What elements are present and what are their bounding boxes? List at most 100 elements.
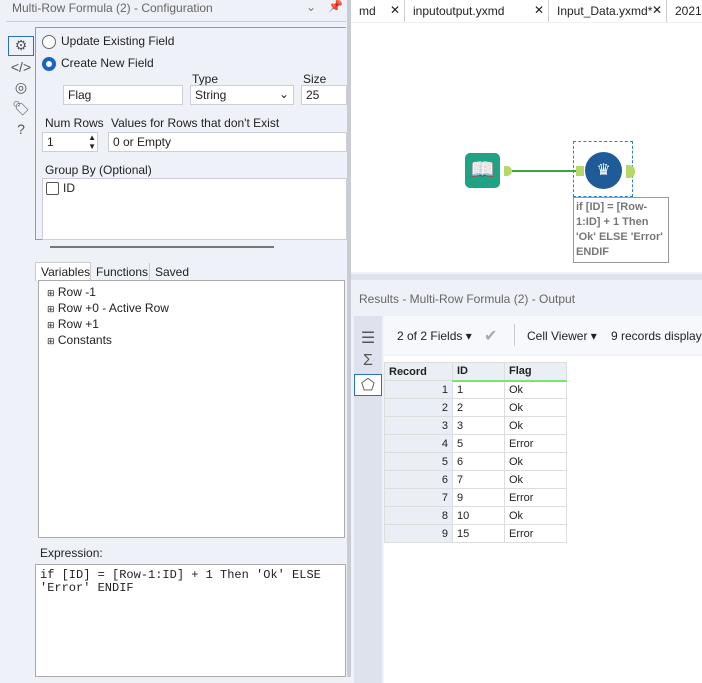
expression-editor[interactable]: if [ID] = [Row-1:ID] + 1 Then 'Ok' ELSE … [35,564,346,677]
id-cell[interactable]: 7 [452,470,505,489]
results-title: Results - Multi-Row Formula (2) - Output [359,292,576,306]
table-view-icon[interactable]: ☰ [354,328,382,348]
output-anchor[interactable] [626,165,635,178]
splitter[interactable] [50,246,274,248]
group-by-list: ID [42,178,347,240]
table-row[interactable]: 7 9 Error [384,488,567,507]
id-cell[interactable]: 6 [452,452,505,471]
tree-item-row-0[interactable]: ⊞ Row +0 - Active Row [47,301,169,315]
close-icon[interactable]: ✕ [390,3,400,17]
record-cell[interactable]: 3 [384,416,453,435]
id-cell[interactable]: 1 [452,380,505,399]
check-icon[interactable]: ✔ [484,326,497,346]
id-cell[interactable]: 2 [452,398,505,417]
variables-tree: ⊞ Row -1 ⊞ Row +0 - Active Row ⊞ Row +1 … [38,280,345,538]
update-existing-label: Update Existing Field [61,34,175,48]
close-icon[interactable]: ✕ [534,3,544,17]
tab-label: inputoutput.yxmd [413,4,505,18]
tab-variables[interactable]: Variables [35,262,91,281]
config-title-bar: Multi-Row Formula (2) - Configuration ⌄ … [6,0,346,22]
workflow-canvas[interactable]: 📖 ♛ if [ID] = [Row-1:ID] + 1 Then 'Ok' E… [351,23,702,272]
tab-functions[interactable]: Functions [92,263,152,281]
tree-item-constants[interactable]: ⊞ Constants [47,333,112,347]
flag-cell[interactable]: Ok [504,380,567,399]
flag-cell[interactable]: Error [504,488,567,507]
tag-icon[interactable]: 🏷 [8,100,34,117]
spin-arrows-icon[interactable]: ▲ ▼ [88,133,96,151]
num-rows-value: 1 [47,135,54,149]
record-cell[interactable]: 2 [384,398,453,417]
record-cell[interactable]: 1 [384,380,453,399]
tab-md[interactable]: md ✕ [351,0,405,22]
input-tool-icon[interactable]: 📖 [465,153,500,188]
id-cell[interactable]: 3 [452,416,505,435]
size-input[interactable]: 25 [301,85,347,105]
flag-cell[interactable]: Ok [504,398,567,417]
column-header-id[interactable]: ID [452,362,505,382]
tree-label: Row +0 - Active Row [57,301,169,315]
tab-input-data[interactable]: Input_Data.yxmd* ✕ [549,0,667,22]
table-row[interactable]: 9 15 Error [384,524,567,543]
config-title: Multi-Row Formula (2) - Configuration [12,1,213,15]
pin-icon[interactable]: 📌 [328,0,343,13]
record-cell[interactable]: 6 [384,470,453,489]
results-toolbar: 2 of 2 Fields ▾ ✔ Cell Viewer ▾ 9 record… [384,316,702,354]
tab-2021[interactable]: 2021 [667,0,702,22]
table-row[interactable]: 8 10 Ok [384,506,567,525]
fields-dropdown[interactable]: 2 of 2 Fields ▾ [397,329,472,343]
gear-icon[interactable]: ⚙ [8,36,34,56]
flag-cell[interactable]: Ok [504,452,567,471]
tree-label: Row -1 [57,285,96,299]
close-icon[interactable]: ✕ [652,3,662,17]
expand-icon[interactable]: ⊞ [47,336,55,346]
expand-icon[interactable]: ⊞ [47,320,55,330]
flag-cell[interactable]: Error [504,434,567,453]
group-id-checkbox[interactable] [46,182,59,195]
table-row[interactable]: 2 2 Ok [384,398,567,417]
multi-row-formula-tool-icon[interactable]: ♛ [585,152,622,189]
create-new-radio[interactable] [42,57,56,71]
type-select[interactable]: String ⌄ [190,85,294,105]
id-cell[interactable]: 9 [452,488,505,507]
tab-inputoutput[interactable]: inputoutput.yxmd ✕ [405,0,549,22]
tree-item-row-minus-1[interactable]: ⊞ Row -1 [47,285,96,299]
num-rows-stepper[interactable]: 1 ▲ ▼ [42,132,98,152]
expand-icon[interactable]: ⊞ [47,288,55,298]
group-id-label: ID [63,181,75,195]
id-cell[interactable]: 15 [452,524,505,543]
record-cell[interactable]: 9 [384,524,453,543]
table-row[interactable]: 1 1 Ok [384,380,567,399]
record-cell[interactable]: 4 [384,434,453,453]
column-header-flag[interactable]: Flag [504,362,567,382]
column-header-record[interactable]: Record [384,362,453,381]
table-row[interactable]: 3 3 Ok [384,416,567,435]
cell-viewer-label: Cell Viewer [527,329,588,343]
id-cell[interactable]: 10 [452,506,505,525]
config-panel: Multi-Row Formula (2) - Configuration ⌄ … [0,0,348,677]
flag-cell[interactable]: Ok [504,416,567,435]
connection-icon[interactable]: ◎ [8,79,34,96]
tree-label: Row +1 [57,317,99,331]
sigma-icon[interactable]: Σ [354,352,382,370]
flag-cell[interactable]: Error [504,524,567,543]
record-cell[interactable]: 7 [384,488,453,507]
code-icon[interactable]: </> [8,59,34,75]
chevron-down-icon[interactable]: ⌄ [306,0,316,14]
tree-item-row-plus-1[interactable]: ⊞ Row +1 [47,317,99,331]
expand-icon[interactable]: ⊞ [47,304,55,314]
cell-viewer-dropdown[interactable]: Cell Viewer ▾ [527,329,597,343]
table-row[interactable]: 6 7 Ok [384,470,567,489]
update-existing-radio[interactable] [42,35,56,49]
help-icon[interactable]: ? [8,121,34,137]
values-select[interactable]: 0 or Empty [108,132,347,152]
tag-icon[interactable]: ⬠ [354,374,382,396]
field-name-input[interactable]: Flag [63,85,183,105]
record-cell[interactable]: 5 [384,452,453,471]
output-anchor[interactable] [504,166,512,176]
flag-cell[interactable]: Ok [504,506,567,525]
record-cell[interactable]: 8 [384,506,453,525]
table-row[interactable]: 5 6 Ok [384,452,567,471]
table-row[interactable]: 4 5 Error [384,434,567,453]
flag-cell[interactable]: Ok [504,470,567,489]
id-cell[interactable]: 5 [452,434,505,453]
